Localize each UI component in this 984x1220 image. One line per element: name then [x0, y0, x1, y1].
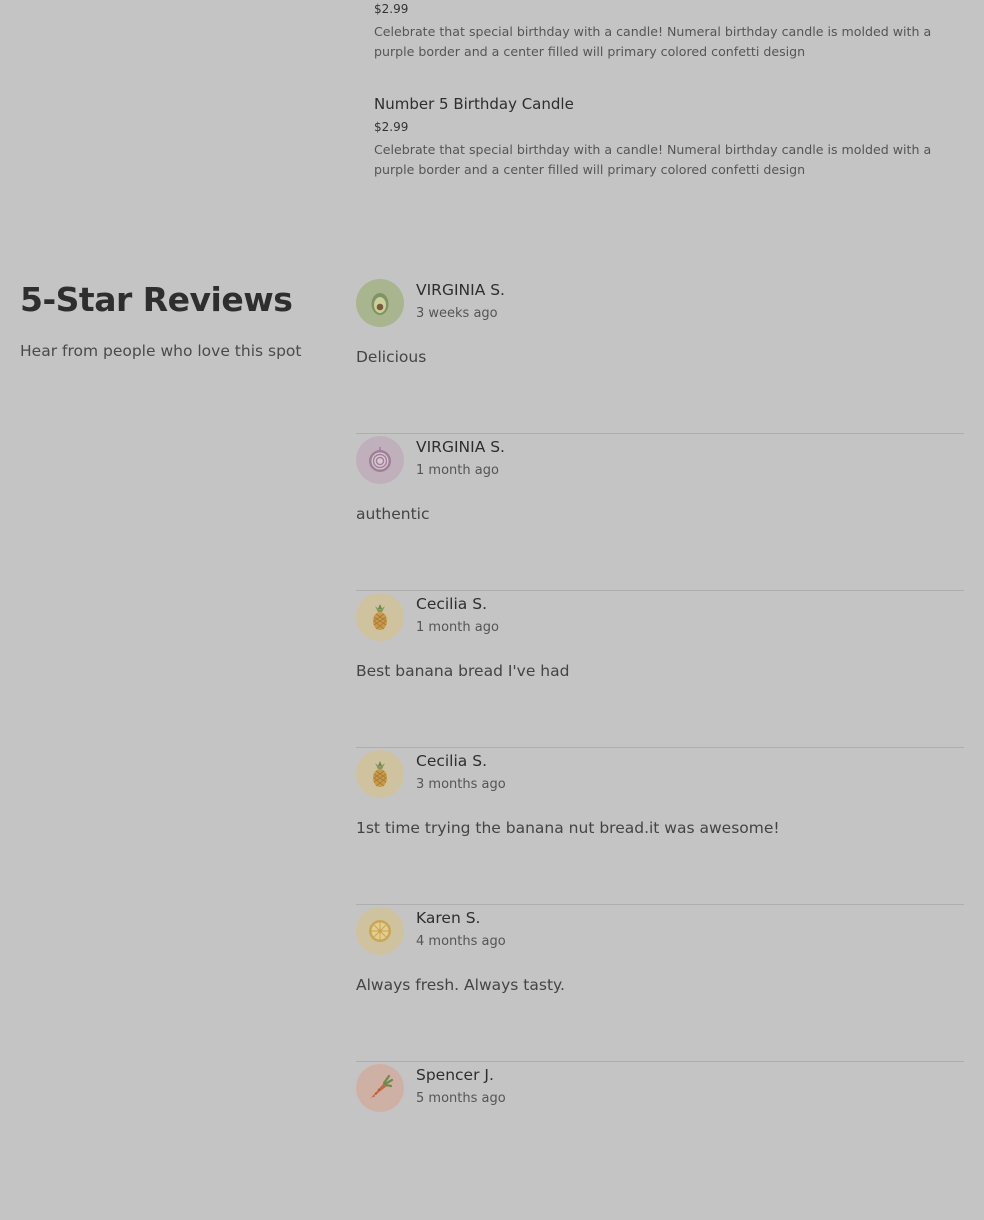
review-text: Delicious	[356, 348, 427, 366]
review-item: Cecilia S. 3 months ago 1st time trying …	[356, 749, 964, 905]
avatar	[356, 750, 404, 798]
review-item: Cecilia S. 1 month ago Best banana bread…	[356, 592, 964, 748]
product-item[interactable]: $2.99 Celebrate that special birthday wi…	[374, 0, 954, 62]
product-name[interactable]: Number 5 Birthday Candle	[374, 93, 954, 115]
product-price: $2.99	[374, 2, 409, 16]
reviewer-name: VIRGINIA S.	[416, 281, 505, 299]
review-time: 1 month ago	[416, 620, 499, 635]
review-text: Always fresh. Always tasty.	[356, 976, 565, 994]
avocado-icon	[371, 293, 389, 315]
review-time: 5 months ago	[416, 1091, 506, 1106]
pineapple-icon	[373, 604, 387, 630]
product-item[interactable]: Number 5 Birthday Candle $2.99 Celebrate…	[374, 93, 954, 180]
pineapple-icon	[373, 761, 387, 787]
product-price: $2.99	[374, 120, 409, 134]
product-description: Celebrate that special birthday with a c…	[374, 142, 932, 177]
reviewer-name: Cecilia S.	[416, 595, 487, 613]
reviewer-name: Karen S.	[416, 909, 481, 927]
reviews-header: 5-Star Reviews Hear from people who love…	[20, 278, 340, 362]
review-time: 4 months ago	[416, 934, 506, 949]
reviews-list: VIRGINIA S. 3 weeks ago Delicious VIRGIN…	[356, 278, 964, 1220]
reviews-subtitle: Hear from people who love this spot	[20, 342, 302, 360]
reviewer-name: Cecilia S.	[416, 752, 487, 770]
onion-icon	[369, 447, 391, 472]
reviewer-name: Spencer J.	[416, 1066, 494, 1084]
review-text: 1st time trying the banana nut bread.it …	[356, 819, 780, 837]
carrot-icon	[370, 1074, 394, 1099]
avatar	[356, 593, 404, 641]
avatar	[356, 279, 404, 327]
review-item: Karen S. 4 months ago Always fresh. Alwa…	[356, 906, 964, 1062]
review-item: VIRGINIA S. 3 weeks ago Delicious	[356, 278, 964, 434]
product-description: Celebrate that special birthday with a c…	[374, 24, 932, 59]
review-time: 1 month ago	[416, 463, 499, 478]
review-time: 3 months ago	[416, 777, 506, 792]
reviews-title: 5-Star Reviews	[20, 280, 293, 319]
lemon-icon	[369, 920, 391, 942]
review-item: Spencer J. 5 months ago	[356, 1063, 964, 1219]
review-text: authentic	[356, 505, 430, 523]
review-item: VIRGINIA S. 1 month ago authentic	[356, 435, 964, 591]
avatar	[356, 907, 404, 955]
avatar	[356, 436, 404, 484]
review-time: 3 weeks ago	[416, 306, 498, 321]
avatar	[356, 1064, 404, 1112]
reviewer-name: VIRGINIA S.	[416, 438, 505, 456]
review-text: Best banana bread I've had	[356, 662, 570, 680]
